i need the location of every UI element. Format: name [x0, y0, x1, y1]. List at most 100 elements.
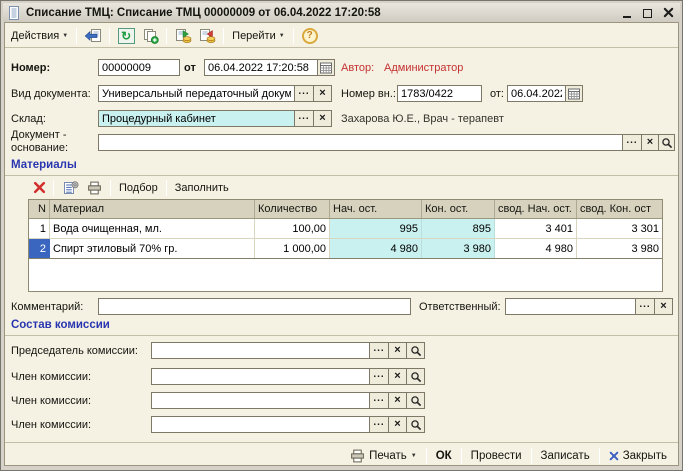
internal-date-calendar-button[interactable]: [565, 85, 583, 102]
clear-icon: ×: [647, 137, 653, 148]
base-document-open-button[interactable]: [658, 134, 675, 151]
internal-date-input[interactable]: [507, 85, 566, 102]
footer-separator: [426, 448, 427, 464]
post-button[interactable]: [172, 26, 194, 46]
actions-menu-button[interactable]: Действия ▼: [8, 29, 71, 43]
doc-kind-input[interactable]: [98, 85, 295, 102]
commission-chair-open-button[interactable]: [406, 342, 425, 359]
unpost-button[interactable]: [196, 26, 218, 46]
doc-kind-clear-button[interactable]: ×: [313, 85, 332, 102]
doc-kind-select-button[interactable]: ...: [294, 85, 314, 102]
base-document-label: Документ - основание:: [11, 129, 97, 155]
ok-button[interactable]: ОК: [429, 448, 459, 464]
toolbar-separator: [76, 28, 77, 44]
close-icon: [663, 7, 674, 18]
internal-number-input[interactable]: [397, 85, 482, 102]
print-button[interactable]: Печать ▼: [343, 447, 424, 465]
refresh-button[interactable]: ↻: [115, 26, 137, 46]
begin-balance-cell: 995: [330, 219, 422, 238]
table-row-selected[interactable]: 2 Спирт этиловый 70% гр. 1 000,00 4 980 …: [29, 239, 662, 259]
responsible-clear-button[interactable]: ×: [654, 298, 673, 315]
base-document-select-button[interactable]: ...: [622, 134, 642, 151]
table-header-row: N Материал Количество Нач. ост. Кон. ост…: [29, 200, 662, 219]
table-row[interactable]: 1 Вода очищенная, мл. 100,00 995 895 3 4…: [29, 219, 662, 239]
minimize-icon: [623, 16, 631, 18]
commission-chair-select-button[interactable]: ...: [369, 342, 389, 359]
commission-chair-label: Председатель комиссии:: [11, 345, 138, 357]
commission-chair-clear-button[interactable]: ×: [388, 342, 407, 359]
commission-member-input[interactable]: [151, 368, 370, 385]
row-number-cell: 1: [29, 219, 50, 238]
warehouse-clear-button[interactable]: ×: [313, 110, 332, 127]
goto-menu-button[interactable]: Перейти ▼: [229, 29, 288, 43]
column-header-material[interactable]: Материал: [50, 200, 255, 218]
base-document-clear-button[interactable]: ×: [641, 134, 659, 151]
commission-member-open-button[interactable]: [406, 368, 425, 385]
print-table-button[interactable]: [83, 178, 105, 198]
comment-input[interactable]: [98, 298, 411, 315]
commission-chair-input[interactable]: [151, 342, 370, 359]
post-document-button[interactable]: Провести: [464, 448, 529, 464]
commission-member-select-button[interactable]: ...: [369, 368, 389, 385]
datetime-calendar-button[interactable]: [317, 59, 335, 76]
pick-button[interactable]: Подбор: [116, 181, 161, 195]
commission-member-select-button[interactable]: ...: [369, 392, 389, 409]
reread-button[interactable]: [82, 26, 104, 46]
toolbar-divider: [5, 47, 678, 48]
responsible-input[interactable]: [505, 298, 636, 315]
clear-icon: ×: [319, 113, 325, 124]
material-cell: Спирт этиловый 70% гр.: [50, 239, 255, 258]
commission-member-open-button[interactable]: [406, 416, 425, 433]
clear-icon: ×: [394, 419, 400, 430]
commission-member-label: Член комиссии:: [11, 371, 91, 383]
commission-member-label: Член комиссии:: [11, 395, 91, 407]
column-header-n[interactable]: N: [29, 200, 50, 218]
commission-member-open-button[interactable]: [406, 392, 425, 409]
commission-member-input[interactable]: [151, 392, 370, 409]
save-button[interactable]: Записать: [534, 448, 597, 464]
magnifier-icon: [410, 395, 422, 407]
internal-date-label: от:: [490, 88, 504, 100]
commission-member-input[interactable]: [151, 416, 370, 433]
close-button[interactable]: [661, 6, 676, 19]
commission-member-select-button[interactable]: ...: [369, 416, 389, 433]
commission-member-clear-button[interactable]: ×: [388, 368, 407, 385]
row-number-cell: 2: [29, 239, 50, 258]
help-icon: ?: [302, 28, 318, 44]
toolbar-separator: [109, 28, 110, 44]
column-header-svod-begin[interactable]: свод. Нач. ост.: [495, 200, 577, 218]
close-form-button[interactable]: Закрыть: [602, 448, 674, 464]
ellipsis-icon: ...: [298, 112, 309, 122]
column-header-svod-end[interactable]: свод. Кон. ост: [577, 200, 662, 218]
help-button[interactable]: ?: [299, 26, 321, 46]
svod-begin-cell: 3 401: [495, 219, 577, 238]
number-input[interactable]: [98, 59, 180, 76]
copy-button[interactable]: [139, 26, 161, 46]
printer-icon: [350, 449, 365, 463]
commission-member-clear-button[interactable]: ×: [388, 392, 407, 409]
fill-button[interactable]: Заполнить: [172, 181, 232, 195]
titlebar[interactable]: Списание ТМЦ: Списание ТМЦ 00000009 от 0…: [3, 3, 680, 22]
list-settings-button[interactable]: [59, 178, 81, 198]
minimize-button[interactable]: [619, 6, 634, 19]
delete-row-button[interactable]: [30, 178, 48, 198]
copy-icon: [142, 28, 159, 44]
responsible-select-button[interactable]: ...: [635, 298, 655, 315]
column-header-begin[interactable]: Нач. ост.: [330, 200, 422, 218]
ellipsis-icon: ...: [373, 418, 384, 428]
commission-member-clear-button[interactable]: ×: [388, 416, 407, 433]
base-document-input[interactable]: [98, 134, 623, 151]
column-header-qty[interactable]: Количество: [255, 200, 330, 218]
warehouse-input[interactable]: [98, 110, 295, 127]
comment-label: Комментарий:: [11, 301, 83, 313]
toolbar-separator: [166, 180, 167, 196]
column-header-end[interactable]: Кон. ост.: [422, 200, 495, 218]
ellipsis-icon: ...: [373, 370, 384, 380]
maximize-button[interactable]: [640, 6, 655, 19]
datetime-input[interactable]: [204, 59, 318, 76]
ellipsis-icon: ...: [298, 87, 309, 97]
fill-label: Заполнить: [175, 182, 229, 194]
warehouse-select-button[interactable]: ...: [294, 110, 314, 127]
pick-label: Подбор: [119, 182, 158, 194]
clear-icon: ×: [319, 88, 325, 99]
